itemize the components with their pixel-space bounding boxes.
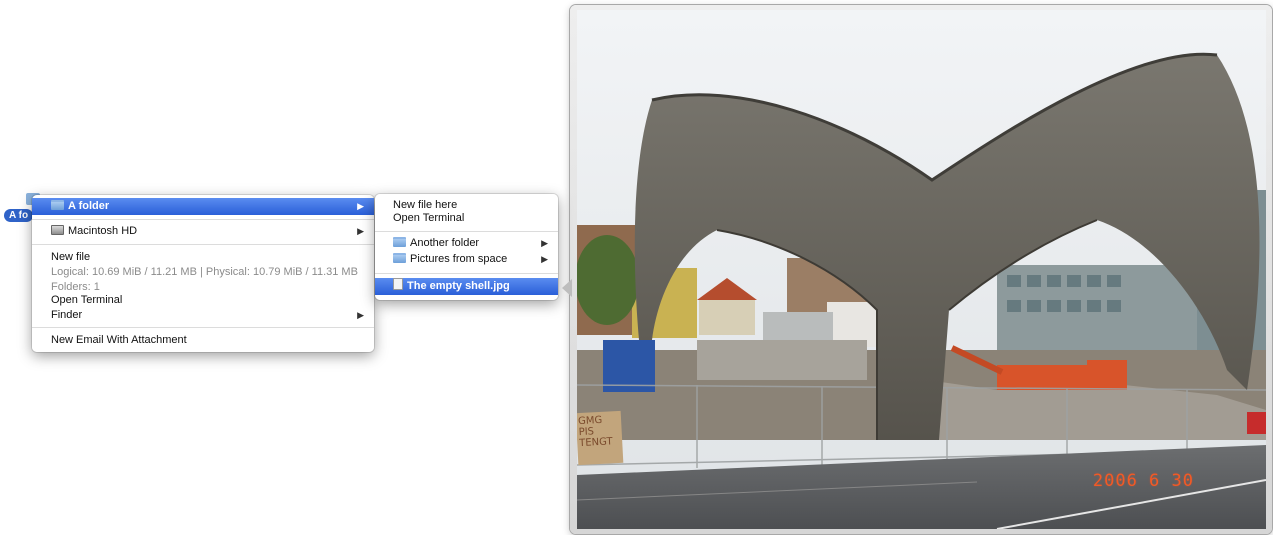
submenu-item-selected-file[interactable]: The empty shell.jpg: [375, 278, 558, 295]
menu-item-label: A folder: [68, 200, 110, 212]
menu-separator: [32, 219, 374, 220]
photo-date-stamp: 2006 6 30: [1092, 471, 1194, 491]
submenu-item-open-terminal[interactable]: Open Terminal: [375, 210, 558, 227]
submenu-arrow-icon: ▶: [357, 310, 364, 320]
submenu-item-label: The empty shell.jpg: [407, 280, 510, 292]
submenu-item-pictures-from-space[interactable]: Pictures from space ▶: [375, 251, 558, 268]
preview-photo: GMG PIS TENGT 2006 6 30: [577, 10, 1266, 529]
menu-item-macintosh-hd[interactable]: Macintosh HD ▶: [32, 223, 374, 240]
menu-item-label: Macintosh HD: [68, 225, 138, 237]
folder-submenu: New file here Open Terminal Another fold…: [375, 194, 558, 300]
folder-icon: [393, 237, 406, 247]
submenu-arrow-icon: ▶: [357, 201, 364, 211]
disk-icon: [51, 225, 64, 235]
site-sign: GMG PIS TENGT: [577, 410, 624, 466]
menu-separator: [375, 273, 558, 274]
submenu-item-label: Another folder: [410, 237, 480, 249]
preview-pointer: [562, 279, 572, 297]
image-preview-panel: GMG PIS TENGT 2006 6 30: [570, 5, 1272, 534]
submenu-arrow-icon: ▶: [541, 238, 548, 248]
menu-item-finder[interactable]: Finder ▶: [32, 307, 374, 324]
menu-item-label: Finder: [51, 309, 83, 321]
menu-separator: [375, 231, 558, 232]
context-menu: A folder ▶ Macintosh HD ▶ New file Logic…: [32, 195, 374, 352]
menu-separator: [32, 244, 374, 245]
menu-item-new-email[interactable]: New Email With Attachment: [32, 332, 374, 349]
submenu-item-label: Pictures from space: [410, 253, 508, 265]
submenu-item-another-folder[interactable]: Another folder ▶: [375, 235, 558, 252]
image-file-icon: [393, 278, 403, 290]
submenu-arrow-icon: ▶: [541, 254, 548, 264]
photo-scene: [577, 10, 1266, 529]
menu-separator: [32, 327, 374, 328]
menu-item-a-folder[interactable]: A folder ▶: [32, 198, 374, 215]
desktop-item-label[interactable]: A fo: [4, 209, 34, 222]
folder-icon: [51, 200, 64, 210]
folder-icon: [393, 253, 406, 263]
submenu-arrow-icon: ▶: [357, 226, 364, 236]
